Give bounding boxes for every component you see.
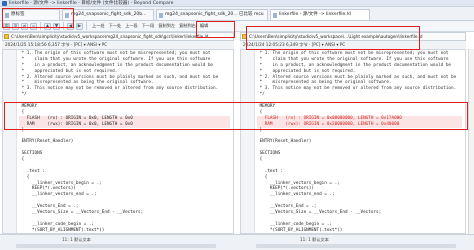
annotation-box-memory <box>4 102 468 130</box>
tab-label: mg24_snapsonic_fight_sdk_20... 已比较 mcu <box>165 12 264 17</box>
tab-folder-compare-2[interactable]: mg24_snapsonic_fight_sdk_20... 已比较 mcu <box>156 9 268 20</box>
code-line[interactable]: * claim that you wrote the original soft… <box>257 57 462 63</box>
tab-file-compare[interactable]: linkerfile - 源/文件 -> linkerfile.ld <box>270 9 370 20</box>
right-code: * 1. The origin of this software must no… <box>257 51 462 233</box>
status-bar: 11: 1 默认文本 11: 1 默认文本 <box>0 234 474 250</box>
code-line[interactable]: * in a product, an acknowledgment in the… <box>257 63 462 69</box>
toolbar-label-prev[interactable]: 上一处 <box>92 23 105 29</box>
file-compare-icon <box>273 12 277 18</box>
toolbar-separator <box>86 22 87 30</box>
tab-folder-compare-1[interactable]: mg24_snapsonic_fight_sdk_20b... <box>62 9 154 20</box>
window-title: linkerfile - 源/文件 -> linkerfile - 目标/文件 … <box>9 1 174 6</box>
right-horizontal-scrollbar[interactable] <box>256 244 456 248</box>
folder-icon <box>4 34 9 39</box>
code-line[interactable]: * 3. This notice may not be removed or a… <box>257 86 462 92</box>
left-gutter <box>3 50 17 233</box>
right-gutter <box>241 50 255 233</box>
left-horizontal-scrollbar[interactable] <box>16 244 216 248</box>
code-line[interactable]: * 3. This notice may not be removed or a… <box>19 86 230 92</box>
code-line[interactable]: * claim that you wrote the original soft… <box>19 57 230 63</box>
toolbar-label-copy-left[interactable]: 复制到左 <box>158 23 175 29</box>
folder-compare-icon <box>159 12 163 18</box>
title-bar: linkerfile - 源/文件 -> linkerfile - 目标/文件 … <box>0 0 474 7</box>
toolbar-label-prev-section[interactable]: 上一段 <box>125 23 138 29</box>
copy-right-icon[interactable]: ▶ <box>76 22 83 30</box>
left-code: * 1. The origin of this software must no… <box>19 51 230 233</box>
code-line[interactable]: *(SORT_BY_ALIGNMENT(.text*)) <box>19 228 230 233</box>
left-info-bar: 2024/1/25 15:18:56 6,357 字节 · [PC] ▾ ANS… <box>2 41 234 49</box>
toolbar-label-next-section[interactable]: 下一段 <box>142 23 155 29</box>
toolbar-label-copy-right[interactable]: 复制到右 <box>179 23 196 29</box>
toolbar-label-next[interactable]: 下一处 <box>109 23 122 29</box>
diff-overview-bar[interactable] <box>468 49 474 234</box>
tab-label: linkerfile - 源/文件 -> linkerfile.ld <box>279 12 351 17</box>
annotation-box-right-path <box>246 26 420 50</box>
tab-label: mg24_snapsonic_fight_sdk_20b... <box>71 12 147 17</box>
app-icon <box>2 0 7 6</box>
code-line[interactable]: * in a product, an acknowledgment in the… <box>19 63 230 69</box>
right-status: 11: 1 默认文本 <box>300 237 329 242</box>
annotation-box-left-title <box>2 8 74 28</box>
annotation-box-left-path <box>196 21 235 38</box>
code-line[interactable]: *(SORT_BY_ALIGNMENT(.text*)) <box>257 228 462 233</box>
left-path: C:\Users\Ben\simplicity\studio\v5_worksp… <box>11 34 209 39</box>
right-text-pane[interactable]: * 1. The origin of this software must no… <box>240 49 466 234</box>
left-text-pane[interactable]: * 1. The origin of this software must no… <box>2 49 234 234</box>
left-status: 11: 1 默认文本 <box>62 237 91 242</box>
